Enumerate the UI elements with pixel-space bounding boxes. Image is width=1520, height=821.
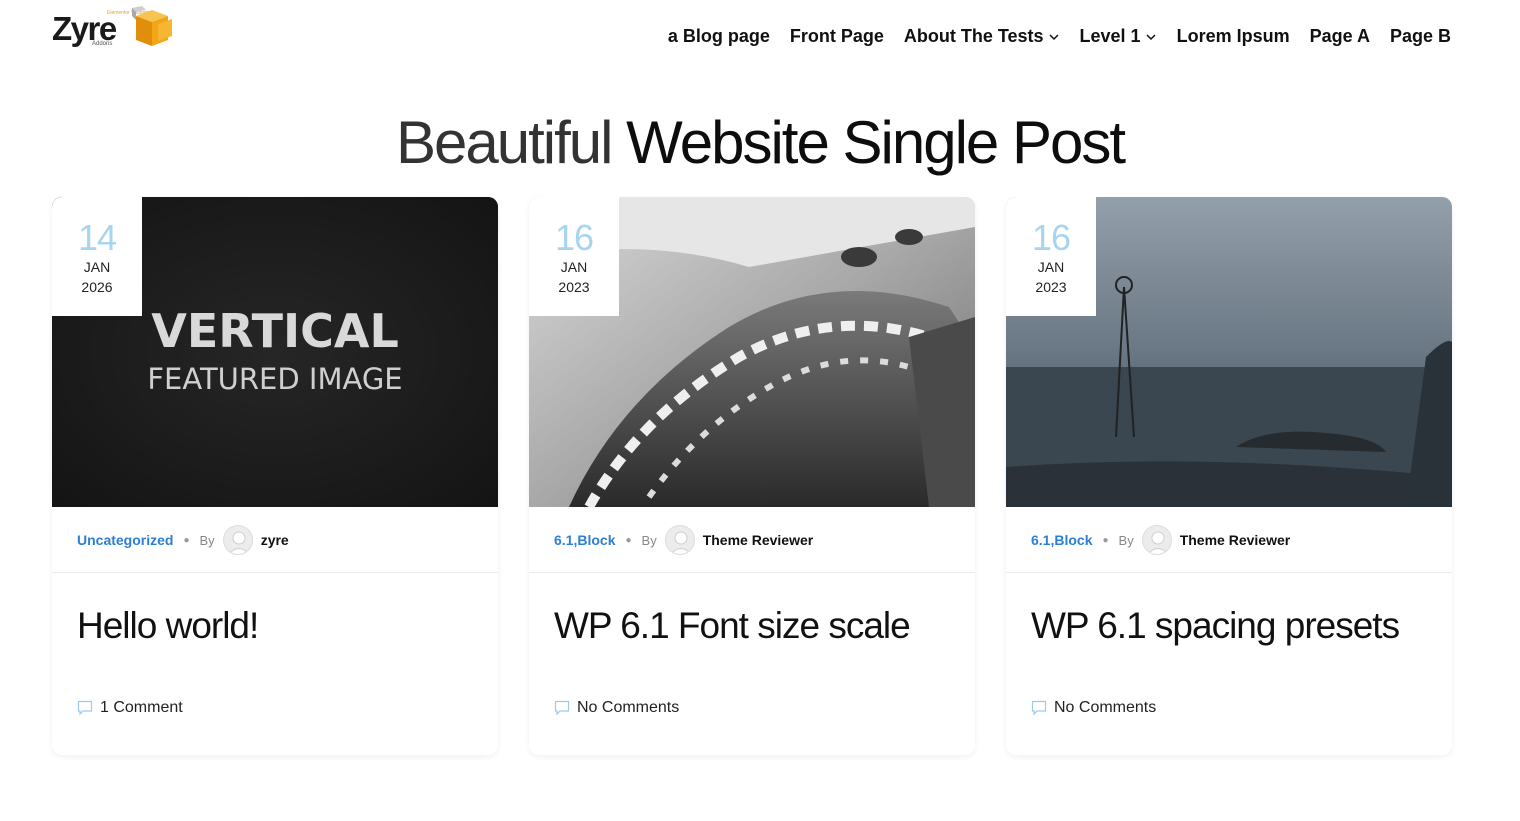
site-header: Zyre Elementor Widgets Addons a Blog pag… <box>0 0 1520 75</box>
date-badge: 16 JAN 2023 <box>529 197 619 316</box>
meta-separator: ● <box>625 534 632 546</box>
meta-separator: ● <box>1102 534 1109 546</box>
nav-item-page-a[interactable]: Page A <box>1310 26 1370 47</box>
date-badge: 14 JAN 2026 <box>52 197 142 316</box>
comments-link[interactable]: No Comments <box>554 699 679 717</box>
user-avatar-icon <box>1146 531 1169 554</box>
nav-item-front-page[interactable]: Front Page <box>790 26 884 47</box>
comments-link[interactable]: 1 Comment <box>77 699 183 717</box>
date-day: 16 <box>1031 217 1071 258</box>
chevron-down-icon <box>1049 33 1059 40</box>
category-link-6-1[interactable]: 6.1 <box>1031 532 1050 548</box>
thumb-line1: VERTICAL <box>151 304 399 358</box>
date-year: 2026 <box>81 279 113 295</box>
date-year: 2023 <box>1035 279 1067 295</box>
by-label: By <box>1118 532 1134 548</box>
card-divider <box>529 572 975 573</box>
comment-icon <box>77 700 93 716</box>
post-meta: 6.1, Block ● By Theme Reviewer <box>1031 524 1290 556</box>
card-divider <box>1006 572 1452 573</box>
comments-count: No Comments <box>1054 699 1157 716</box>
nav-item-about-the-tests[interactable]: About The Tests <box>904 26 1060 47</box>
nav-item-page-b[interactable]: Page B <box>1390 26 1451 47</box>
logo-box-icon <box>132 6 172 46</box>
nav-item-level-1[interactable]: Level 1 <box>1080 26 1157 47</box>
author-link[interactable]: zyre <box>261 532 289 548</box>
date-badge: 16 JAN 2023 <box>1006 197 1096 316</box>
comments-count: 1 Comment <box>100 699 183 716</box>
post-card: 16 JAN 2023 6.1, Block ● By Theme Review… <box>1006 197 1452 755</box>
chevron-down-icon <box>1146 33 1156 40</box>
author-link[interactable]: Theme Reviewer <box>703 532 814 548</box>
avatar[interactable] <box>664 525 695 555</box>
category-link-6-1[interactable]: 6.1 <box>554 532 573 548</box>
date-day: 14 <box>77 217 117 258</box>
page-title-part2: Website Single Post <box>626 109 1126 176</box>
author-link[interactable]: Theme Reviewer <box>1180 532 1291 548</box>
date-month: JAN <box>83 259 111 275</box>
category-link-block[interactable]: Block <box>577 532 615 548</box>
main-nav: a Blog page Front Page About The Tests L… <box>668 26 1451 47</box>
category-link[interactable]: Uncategorized <box>77 532 173 548</box>
avatar[interactable] <box>222 525 253 555</box>
date-year: 2023 <box>558 279 590 295</box>
comments-count: No Comments <box>577 699 680 716</box>
comments-link[interactable]: No Comments <box>1031 699 1156 717</box>
date-day: 16 <box>554 217 594 258</box>
comment-icon <box>554 700 570 716</box>
logo-subtitle: Addons <box>92 41 113 47</box>
comment-icon <box>1031 700 1047 716</box>
user-avatar-icon <box>669 531 692 554</box>
by-label: By <box>641 532 657 548</box>
meta-separator: ● <box>183 534 190 546</box>
nav-item-lorem-ipsum[interactable]: Lorem Ipsum <box>1177 26 1290 47</box>
date-month: JAN <box>1037 259 1065 275</box>
nav-item-blog-page[interactable]: a Blog page <box>668 26 770 47</box>
page-title: Beautiful Website Single Post <box>0 108 1520 177</box>
thumb-line2: FEATURED IMAGE <box>147 362 402 396</box>
card-divider <box>52 572 498 573</box>
post-card: VERTICAL FEATURED IMAGE 14 JAN 2026 Unca… <box>52 197 498 755</box>
post-meta: Uncategorized ● By zyre <box>77 524 289 556</box>
post-card: 16 JAN 2023 6.1, Block ● By Theme Review… <box>529 197 975 755</box>
site-logo[interactable]: Zyre Elementor Widgets Addons <box>52 6 177 54</box>
post-title[interactable]: Hello world! <box>77 605 259 647</box>
avatar[interactable] <box>1141 525 1172 555</box>
post-meta: 6.1, Block ● By Theme Reviewer <box>554 524 813 556</box>
category-link-block[interactable]: Block <box>1054 532 1092 548</box>
post-title[interactable]: WP 6.1 spacing presets <box>1031 605 1400 647</box>
user-avatar-icon <box>227 531 250 554</box>
post-title[interactable]: WP 6.1 Font size scale <box>554 605 911 647</box>
page-title-part1: Beautiful <box>395 109 613 176</box>
date-month: JAN <box>560 259 588 275</box>
by-label: By <box>199 532 215 548</box>
